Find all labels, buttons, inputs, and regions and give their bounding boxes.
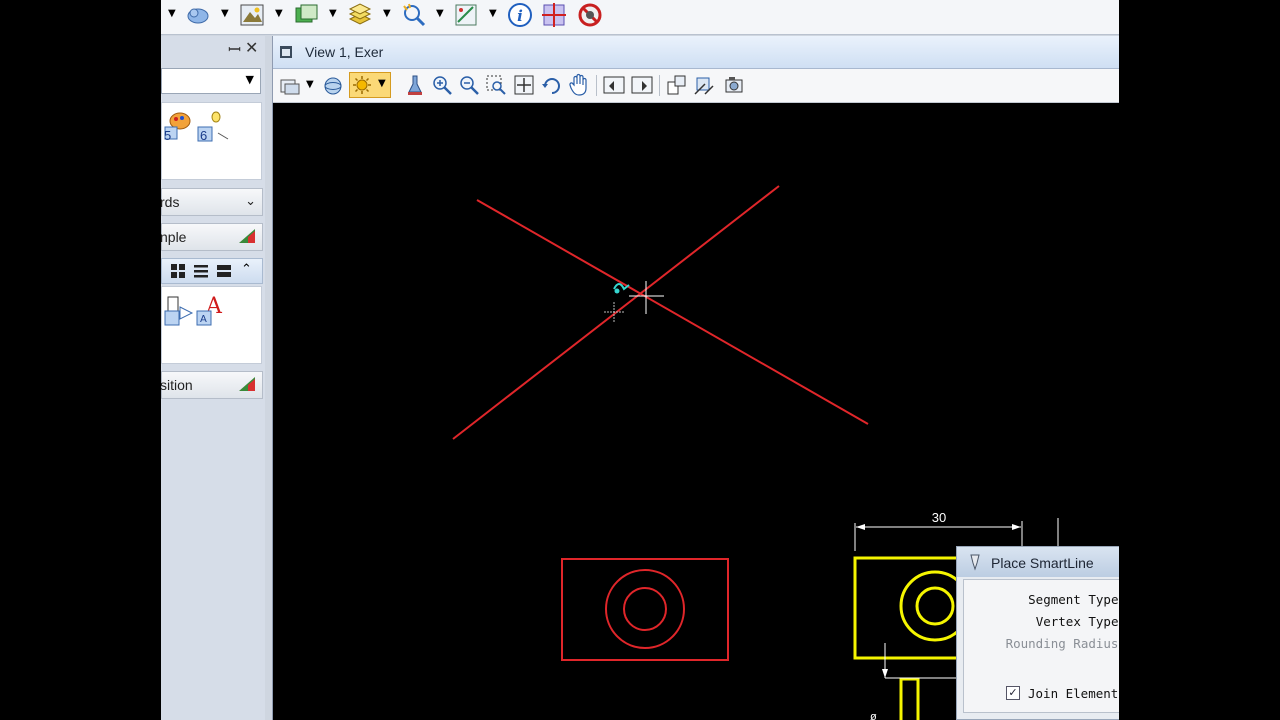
- section-label: nple: [161, 229, 187, 245]
- display-style-icon[interactable]: [321, 74, 345, 98]
- chevron-down-icon[interactable]: ▼: [489, 8, 497, 19]
- red-line-1[interactable]: [476, 199, 869, 425]
- dimension-text: 30: [932, 510, 946, 525]
- no-entry-icon[interactable]: [577, 2, 603, 28]
- window-area-icon[interactable]: [485, 74, 507, 96]
- toolbar-separator: [659, 75, 660, 96]
- main-toolbar: ▼ ▼ ▼ ▼ ▼ ▼ ▼ i: [161, 0, 1119, 35]
- toolbar-separator: [596, 75, 597, 96]
- snap-grid-icon[interactable]: [541, 2, 567, 28]
- list-view-icon[interactable]: [193, 263, 209, 279]
- chevron-down-icon[interactable]: ▼: [275, 8, 283, 19]
- magnify-element-icon[interactable]: [401, 2, 427, 28]
- sun-icon: [353, 76, 371, 94]
- chevron-down-icon[interactable]: ▼: [383, 8, 391, 19]
- section-rds[interactable]: rds ⌄: [161, 188, 263, 216]
- chevron-down-icon[interactable]: ▼: [378, 78, 386, 89]
- tool-settings-icon: [970, 554, 980, 571]
- section-label: sition: [161, 377, 193, 393]
- pin-icon[interactable]: ꟷ: [228, 38, 241, 60]
- fit-view-icon[interactable]: [513, 74, 535, 96]
- layers-manager-icon[interactable]: [293, 2, 319, 28]
- join-elements-label: Join Elements: [1028, 686, 1119, 701]
- cloud-render-icon[interactable]: [185, 2, 211, 28]
- clip-volume-icon[interactable]: [693, 74, 717, 98]
- chevron-up-icon[interactable]: ⌃: [241, 262, 252, 277]
- detail-view-icon[interactable]: [216, 263, 232, 279]
- view-mode-strip: ⌃: [161, 258, 263, 284]
- section-sition[interactable]: sition: [161, 371, 263, 399]
- landscape-icon[interactable]: [239, 2, 265, 28]
- rounding-radius-label: Rounding Radius:: [1005, 636, 1119, 651]
- grid-view-icon[interactable]: [170, 263, 186, 279]
- zoom-in-icon[interactable]: [431, 74, 453, 96]
- dialog-title: Place SmartLine: [991, 555, 1094, 571]
- chevron-down-icon[interactable]: ▼: [329, 8, 337, 19]
- section-label: rds: [161, 194, 180, 210]
- section-nple[interactable]: nple: [161, 223, 263, 251]
- tool-box-top: 5 6: [161, 102, 262, 180]
- view-attributes-icon[interactable]: [279, 75, 301, 97]
- chevron-down-icon[interactable]: ▼: [221, 8, 229, 19]
- level-display-icon[interactable]: [347, 2, 373, 28]
- chevron-down-icon[interactable]: ▼: [168, 8, 176, 19]
- svg-text:i: i: [517, 7, 523, 25]
- signal-bars-icon: [239, 377, 255, 391]
- copy-view-icon[interactable]: [666, 74, 688, 96]
- view-next-icon[interactable]: [631, 75, 653, 95]
- vertex-type-label: Vertex Type:: [1035, 614, 1119, 629]
- lighting-button[interactable]: ▼: [349, 72, 391, 98]
- dimension-arrow-left: [856, 524, 865, 530]
- window-icon: [280, 46, 292, 58]
- partial-dimension-text: ø: [870, 711, 877, 720]
- application-screen: ▼ ▼ ▼ ▼ ▼ ▼ ▼ i ꟷ ✕ ▼ 5 6 rds ⌄ nple ⌃ A…: [161, 0, 1119, 720]
- chevron-down-icon[interactable]: ▼: [246, 73, 254, 86]
- double-chevron-down-icon[interactable]: ⌄: [245, 193, 256, 209]
- text-style-icon[interactable]: AA: [196, 291, 232, 329]
- tool-box-bottom: AA: [161, 286, 262, 364]
- red-circle-outer[interactable]: [605, 569, 685, 649]
- rotate-view-icon[interactable]: [541, 74, 563, 96]
- dialog-body: Segment Type: Vertex Type: Rounding Radi…: [963, 579, 1119, 713]
- dimension-arrow-right: [1012, 524, 1021, 530]
- snap-point: [614, 288, 620, 294]
- yellow-circle-inner[interactable]: [915, 586, 955, 626]
- pan-view-icon[interactable]: [568, 73, 590, 97]
- text-place-icon[interactable]: [164, 295, 196, 329]
- place-smartline-dialog: Place SmartLine Segment Type: Vertex Typ…: [956, 546, 1119, 720]
- info-icon[interactable]: i: [507, 2, 533, 28]
- update-view-icon[interactable]: [405, 74, 425, 96]
- camera-settings-icon[interactable]: [723, 74, 745, 96]
- tool-panel: ꟷ ✕ ▼ 5 6 rds ⌄ nple ⌃ A A sition: [161, 36, 265, 720]
- close-icon[interactable]: ✕: [245, 38, 258, 57]
- red-rectangle[interactable]: [561, 558, 729, 661]
- panel-header: ꟷ ✕: [161, 36, 265, 60]
- red-circle-inner[interactable]: [623, 587, 667, 631]
- tool-number-6: 6: [200, 128, 208, 143]
- view-title: View 1, Exer: [305, 44, 384, 60]
- zoom-out-icon[interactable]: [458, 74, 480, 96]
- view-previous-icon[interactable]: [603, 75, 625, 95]
- vertical-dimension-arrow: [882, 669, 888, 678]
- chevron-down-icon[interactable]: ▼: [436, 8, 444, 19]
- tool-number-5: 5: [164, 128, 172, 143]
- view-titlebar[interactable]: View 1, Exer: [273, 36, 1119, 69]
- measure-tool-icon[interactable]: [453, 2, 479, 28]
- dialog-titlebar[interactable]: Place SmartLine: [957, 547, 1119, 577]
- yellow-stem[interactable]: [899, 677, 920, 720]
- signal-bars-icon: [239, 229, 255, 243]
- task-selector-combo[interactable]: ▼: [161, 68, 261, 94]
- svg-text:A: A: [200, 314, 207, 325]
- chevron-down-icon[interactable]: ▼: [306, 79, 314, 90]
- join-elements-checkbox[interactable]: ✓: [1006, 686, 1020, 700]
- view-toolbar: ▼ ▼: [273, 69, 1119, 103]
- segment-type-label: Segment Type:: [1028, 592, 1119, 607]
